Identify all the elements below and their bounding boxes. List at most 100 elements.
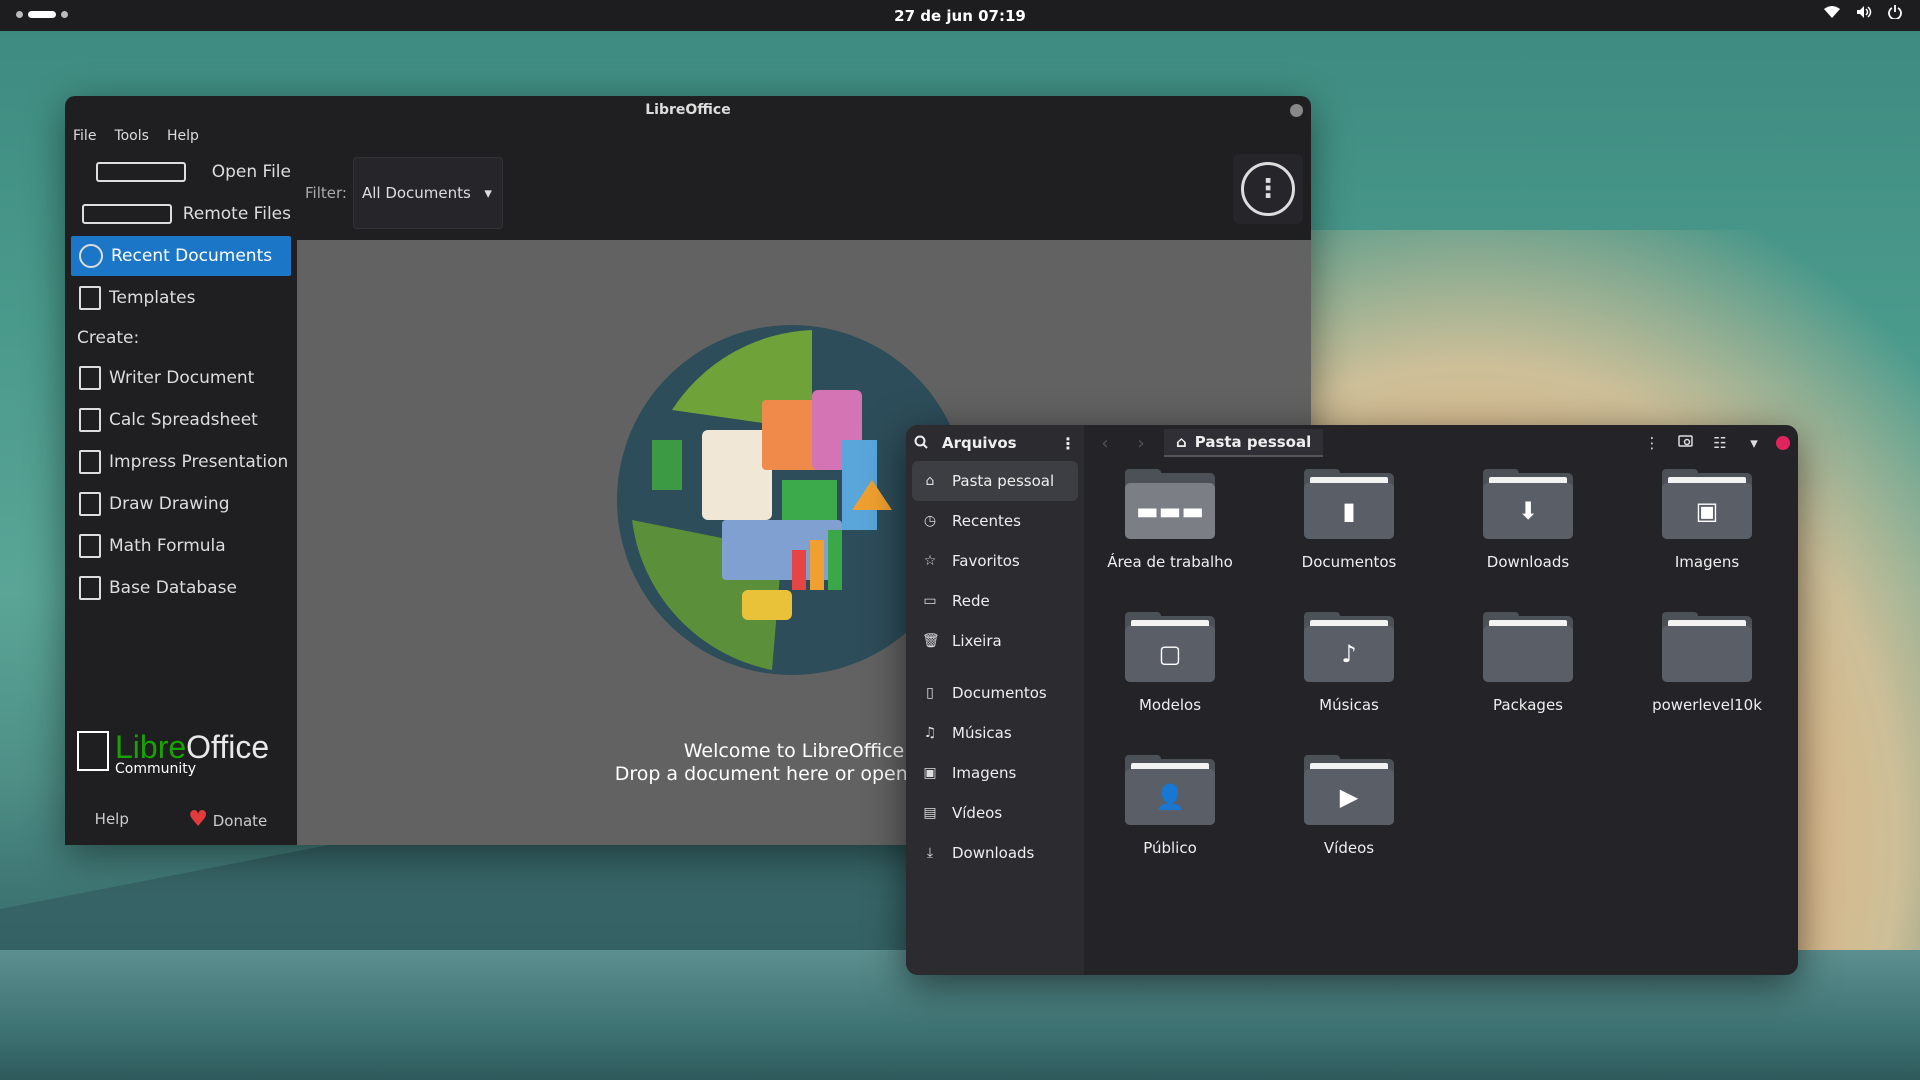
sidebar-item-pictures[interactable]: ▣ Imagens — [912, 753, 1078, 793]
trash-icon: 🗑 — [922, 633, 940, 649]
sidebar-item-home[interactable]: ⌂ Pasta pessoal — [912, 461, 1078, 501]
folder-item[interactable]: Packages — [1458, 612, 1598, 714]
forward-button[interactable]: › — [1128, 433, 1154, 454]
math-icon — [79, 534, 101, 558]
power-icon — [1888, 5, 1902, 23]
libreoffice-logo: LibreOffice Community — [77, 731, 269, 777]
sidebar-header: Arquivos ⋮ — [906, 425, 1084, 461]
sidebar-item-downloads[interactable]: ⤓ Downloads — [912, 833, 1078, 873]
logo-document-icon — [77, 731, 109, 771]
document-icon: ▯ — [926, 685, 934, 701]
folder-item[interactable]: ▣ Imagens — [1637, 469, 1777, 571]
draw-icon — [79, 492, 101, 516]
sidebar-item-videos[interactable]: ▤ Vídeos — [912, 793, 1078, 833]
downloads-folder-icon: ⬇ — [1483, 469, 1573, 539]
folder-grid: ▬▬▬ Área de trabalho ▮ Documentos ⬇ Down… — [1084, 469, 1798, 975]
app-title: Arquivos — [942, 434, 1017, 452]
wifi-icon — [1824, 5, 1840, 23]
home-icon: ⌂ — [1176, 433, 1187, 451]
writer-document-button[interactable]: Writer Document — [71, 358, 291, 398]
search-icon[interactable] — [914, 434, 928, 453]
sidebar-item-network[interactable]: ▭ Rede — [912, 581, 1078, 621]
heart-icon: ♥ — [188, 806, 208, 832]
network-icon: ▭ — [923, 593, 937, 609]
close-button[interactable] — [1776, 436, 1790, 450]
base-icon — [79, 576, 101, 600]
calc-icon — [79, 408, 101, 432]
menu-file[interactable]: File — [73, 128, 96, 144]
calc-spreadsheet-button[interactable]: Calc Spreadsheet — [71, 400, 291, 440]
remote-folder-icon — [81, 204, 172, 224]
image-icon: ▣ — [923, 765, 937, 781]
window-title: LibreOffice — [645, 102, 731, 118]
open-file-button[interactable]: Open File — [71, 152, 291, 192]
filter-dropdown[interactable]: All Documents ▾ — [352, 157, 503, 229]
kebab-menu-icon: ⋮ — [1241, 162, 1295, 216]
back-button[interactable]: ‹ — [1092, 433, 1118, 454]
folder-menu-button[interactable]: ⋮ — [1640, 434, 1664, 452]
view-toggle-button[interactable]: ☷ — [1708, 434, 1732, 452]
create-label: Create: — [77, 328, 140, 348]
draw-drawing-button[interactable]: Draw Drawing — [71, 484, 291, 524]
download-icon: ⤓ — [926, 845, 934, 861]
top-bar: 27 de jun 07:19 — [0, 0, 1920, 31]
kebab-menu-icon[interactable]: ⋮ — [1060, 434, 1076, 453]
chevron-down-icon[interactable]: ▾ — [1742, 434, 1766, 452]
menu-tools[interactable]: Tools — [114, 128, 149, 144]
more-options-button[interactable]: ⋮ — [1233, 154, 1303, 224]
close-button[interactable] — [1290, 104, 1303, 117]
help-button[interactable]: Help — [95, 810, 129, 828]
pictures-folder-icon: ▣ — [1662, 469, 1752, 539]
templates-folder-icon: ▢ — [1125, 612, 1215, 682]
filter-label: Filter: — [305, 184, 347, 202]
files-window: Arquivos ⋮ ⌂ Pasta pessoal ◷ Recentes ☆ … — [906, 425, 1798, 975]
star-icon: ☆ — [923, 553, 937, 569]
clock[interactable]: 27 de jun 07:19 — [894, 7, 1026, 25]
impress-presentation-button[interactable]: Impress Presentation — [71, 442, 291, 482]
path-bar[interactable]: ⌂ Pasta pessoal — [1164, 429, 1324, 457]
music-icon: ♫ — [923, 725, 937, 741]
sidebar-item-starred[interactable]: ☆ Favoritos — [912, 541, 1078, 581]
folder-item[interactable]: 👤 Público — [1100, 755, 1240, 857]
workspace-indicator[interactable] — [16, 11, 68, 18]
home-icon: ⌂ — [925, 473, 935, 489]
recent-documents-button[interactable]: Recent Documents — [71, 236, 291, 276]
clock-icon: ◷ — [923, 513, 937, 529]
remote-files-button[interactable]: Remote Files — [71, 194, 291, 234]
folder-item[interactable]: ▢ Modelos — [1100, 612, 1240, 714]
impress-icon — [79, 450, 101, 474]
system-tray[interactable] — [1824, 5, 1902, 23]
music-folder-icon: ♪ — [1304, 612, 1394, 682]
sidebar-item-documents[interactable]: ▯ Documentos — [912, 673, 1078, 713]
folder-icon — [1483, 612, 1573, 682]
sidebar-item-recent[interactable]: ◷ Recentes — [912, 501, 1078, 541]
math-formula-button[interactable]: Math Formula — [71, 526, 291, 566]
files-sidebar: Arquivos ⋮ ⌂ Pasta pessoal ◷ Recentes ☆ … — [906, 425, 1084, 975]
files-headerbar: ‹ › ⌂ Pasta pessoal ⋮ ☷ ▾ — [1084, 425, 1798, 461]
donate-button[interactable]: ♥ Donate — [188, 807, 267, 832]
menu-bar: File Tools Help — [65, 124, 1311, 148]
public-folder-icon: 👤 — [1125, 755, 1215, 825]
menu-help[interactable]: Help — [167, 128, 199, 144]
videos-folder-icon: ▶ — [1304, 755, 1394, 825]
sidebar-item-trash[interactable]: 🗑 Lixeira — [912, 621, 1078, 661]
clock-icon — [79, 244, 103, 268]
search-folder-button[interactable] — [1674, 434, 1698, 452]
folder-icon — [1662, 612, 1752, 682]
templates-button[interactable]: Templates — [71, 278, 291, 318]
filter-toolbar: Filter: All Documents ▾ ⋮ — [297, 150, 1311, 236]
sidebar-item-music[interactable]: ♫ Músicas — [912, 713, 1078, 753]
template-icon — [79, 286, 101, 310]
folder-item[interactable]: ⬇ Downloads — [1458, 469, 1598, 571]
volume-icon — [1856, 5, 1872, 23]
folder-item[interactable]: ▮ Documentos — [1279, 469, 1419, 571]
folder-item[interactable]: ▶ Vídeos — [1279, 755, 1419, 857]
desktop-folder-icon: ▬▬▬ — [1125, 469, 1215, 539]
chevron-down-icon: ▾ — [484, 184, 492, 202]
folder-item[interactable]: ♪ Músicas — [1279, 612, 1419, 714]
folder-item[interactable]: powerlevel10k — [1637, 612, 1777, 714]
base-database-button[interactable]: Base Database — [71, 568, 291, 608]
folder-item[interactable]: ▬▬▬ Área de trabalho — [1100, 469, 1240, 571]
sidebar-footer: Help ♥ Donate — [65, 793, 297, 845]
folder-open-icon — [96, 162, 187, 182]
